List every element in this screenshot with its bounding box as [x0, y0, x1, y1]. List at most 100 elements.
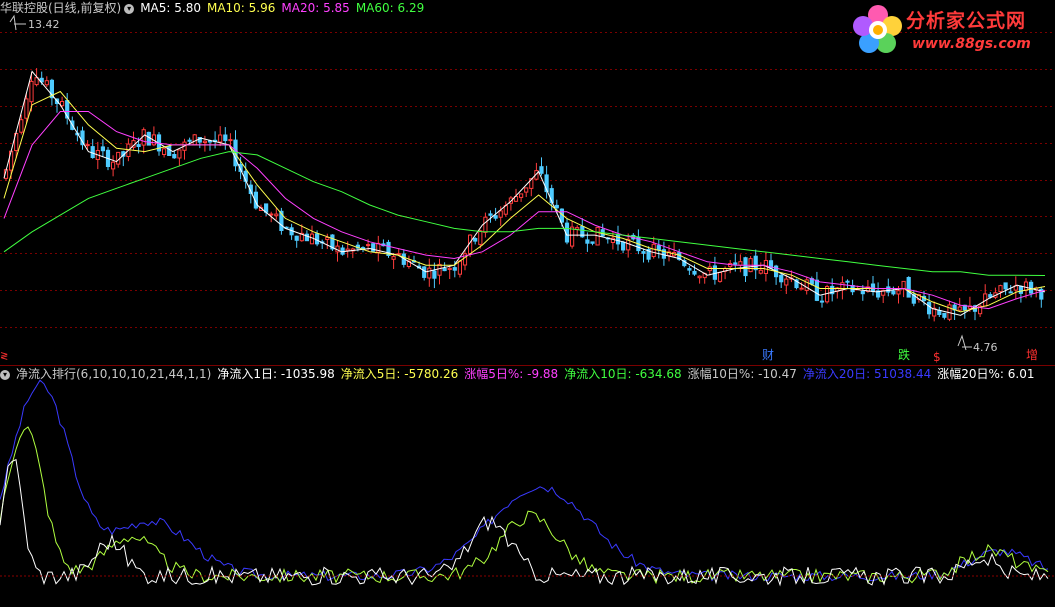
candle-up — [437, 263, 442, 276]
candle-up — [391, 256, 396, 260]
candle-up — [570, 226, 575, 247]
candle-down — [891, 290, 896, 295]
candle-down — [539, 166, 544, 174]
candle-up — [345, 248, 350, 252]
line-ma60 — [3, 151, 1046, 276]
indicator-legend: ▾ 净流入排行(6,10,10,10,21,44,1,1) 净流入1日: -1035… — [0, 366, 1041, 382]
low-price-text: 4.76 — [973, 341, 998, 354]
line-ma5 — [3, 70, 1046, 316]
inflow-1d: 净流入1日: -1035.98 — [217, 367, 335, 381]
candle-down — [554, 204, 559, 209]
candle-up — [24, 98, 29, 119]
candle-down — [687, 268, 692, 271]
marker-zeng[interactable]: 增 — [1026, 348, 1038, 362]
watermark-url: www.88gs.com — [912, 36, 1031, 52]
ma60-value: MA60: 6.29 — [355, 1, 425, 15]
candle-up — [457, 260, 462, 275]
candle-up — [309, 233, 315, 245]
candle-up — [717, 272, 723, 282]
marker-die[interactable]: 跌 — [898, 348, 910, 362]
candle-down — [207, 140, 213, 143]
candle-up — [192, 134, 197, 146]
inflow-10d: 净流入10日: -634.68 — [564, 367, 682, 381]
candle-down — [1018, 285, 1023, 294]
ma20-value: MA20: 5.85 — [281, 1, 350, 15]
candle-down — [90, 146, 95, 159]
candle-up — [651, 243, 656, 258]
candle-down — [422, 266, 427, 278]
candle-down — [1029, 281, 1034, 294]
candle-down — [590, 241, 595, 244]
candle-up — [896, 290, 901, 295]
candle-down — [656, 245, 661, 251]
marker-cai[interactable]: 财 — [762, 348, 774, 362]
price-grid — [0, 32, 1055, 328]
candle-up — [218, 134, 223, 143]
circle-chevron-icon[interactable]: ▾ — [0, 369, 10, 380]
watermark-title: 分析家公式网 — [906, 10, 1027, 32]
change-5d: 涨幅5日%: -9.88 — [464, 367, 559, 381]
change-20d: 涨幅20日%: 6.01 — [937, 367, 1035, 381]
candle-down — [733, 262, 738, 265]
candle-down — [692, 270, 697, 275]
candle-down — [442, 268, 447, 272]
candle-down — [819, 300, 825, 303]
candle-up — [738, 261, 743, 266]
candle-down — [937, 310, 942, 315]
candle-down — [712, 265, 717, 280]
line-ma10 — [3, 90, 1046, 313]
candle-up — [85, 144, 90, 147]
candle-up — [366, 244, 371, 247]
edge-marker: ≷ — [0, 351, 9, 362]
marker-dollar[interactable]: $ — [933, 350, 941, 364]
candle-up — [1023, 281, 1029, 291]
candle-up — [427, 267, 432, 279]
ma5-value: MA5: 5.80 — [140, 1, 201, 15]
candle-up — [901, 280, 906, 290]
indicator-lines — [0, 379, 1049, 587]
watermark-logo: 分析家公式网 www.88gs.com — [850, 2, 1050, 58]
candle-down — [988, 294, 993, 298]
candle-up — [111, 161, 116, 170]
candle-down — [906, 277, 911, 298]
candle-down — [100, 146, 106, 152]
candle-up — [519, 193, 524, 198]
candle-down — [621, 241, 626, 251]
candle-up — [524, 187, 529, 193]
candle-down — [942, 312, 947, 318]
candle-down — [167, 145, 172, 156]
stock-title: 华联控股(日线,前复权) — [0, 1, 122, 15]
candle-up — [29, 80, 34, 103]
candle-down — [452, 267, 457, 271]
candle-down — [585, 239, 590, 244]
candle-down — [360, 247, 366, 250]
candle-down — [473, 238, 478, 242]
candle-down — [146, 131, 151, 146]
candle-down — [927, 301, 932, 315]
candle-up — [44, 80, 49, 86]
candle-up — [498, 210, 503, 218]
candle-down — [488, 213, 493, 216]
circle-chevron-icon[interactable]: ▾ — [124, 3, 135, 14]
indicator-line-20d — [0, 379, 1049, 582]
candle-down — [886, 286, 891, 293]
main-legend: 华联控股(日线,前复权) ▾ MA5: 5.80 MA10: 5.96 MA20: 5.… — [0, 0, 430, 16]
candle-down — [1008, 291, 1013, 294]
moving-average-lines — [3, 70, 1046, 316]
candle-up — [162, 148, 167, 156]
candle-down — [187, 139, 192, 142]
candle-up — [269, 213, 274, 216]
candle-up — [177, 149, 182, 159]
low-price-label: 4.76 — [957, 334, 998, 354]
candle-down — [172, 154, 177, 159]
candle-up — [697, 275, 702, 279]
candle-down — [136, 144, 141, 148]
candle-down — [845, 280, 850, 283]
candle-up — [274, 213, 279, 217]
high-price-label: 13.42 — [9, 14, 60, 31]
change-10d: 涨幅10日%: -10.47 — [687, 367, 797, 381]
candle-up — [478, 230, 483, 245]
candle-up — [325, 237, 330, 240]
stock-chart-canvas[interactable]: 13.42 4.76 — [0, 0, 1055, 607]
candle-up — [784, 278, 789, 286]
